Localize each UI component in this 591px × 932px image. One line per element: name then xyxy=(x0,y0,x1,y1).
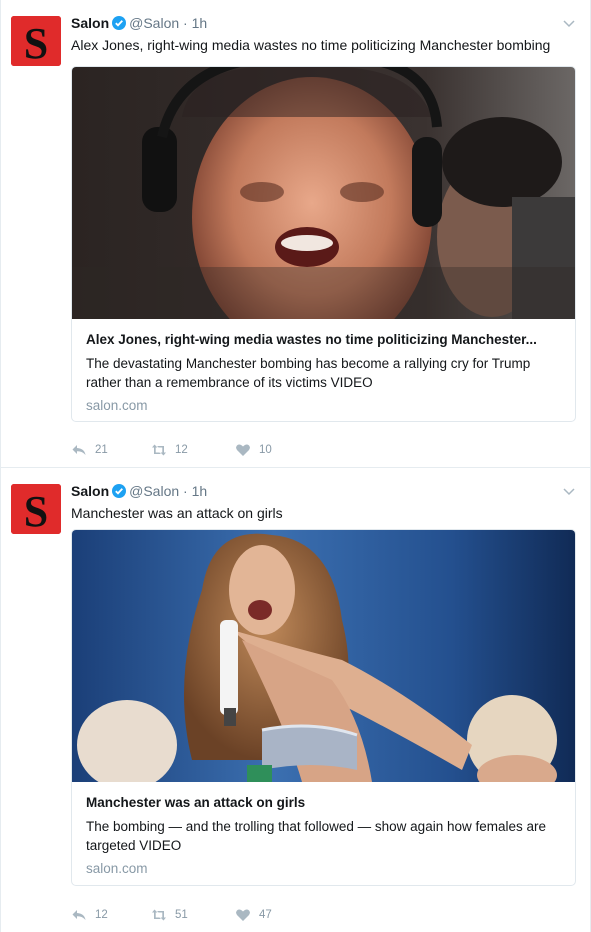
tweet-header: Salon @Salon · 1h xyxy=(71,14,207,32)
card-image xyxy=(72,530,575,782)
like-count: 47 xyxy=(259,909,272,921)
author-handle[interactable]: @Salon xyxy=(129,483,179,499)
timeline: S Salon @Salon · 1h Alex Jones, right-win… xyxy=(0,0,591,932)
reply-count: 12 xyxy=(95,909,108,921)
retweet-button[interactable]: 51 xyxy=(151,906,188,924)
verified-badge-icon xyxy=(112,484,127,498)
author-handle[interactable]: @Salon xyxy=(129,15,179,31)
verified-badge-icon xyxy=(112,16,127,30)
separator: · xyxy=(183,15,188,31)
tweet[interactable]: S Salon @Salon · 1h Manchester was an att… xyxy=(1,468,590,932)
card-body: Alex Jones, right-wing media wastes no t… xyxy=(72,319,575,415)
card-body: Manchester was an attack on girls The bo… xyxy=(72,782,575,878)
author-name[interactable]: Salon xyxy=(71,15,109,31)
chevron-down-icon[interactable] xyxy=(562,484,576,498)
reply-button[interactable]: 12 xyxy=(71,906,108,924)
link-card[interactable]: Manchester was an attack on girls The bo… xyxy=(71,529,576,886)
retweet-button[interactable]: 12 xyxy=(151,441,188,459)
retweet-icon xyxy=(152,909,166,921)
card-description: The bombing — and the trolling that foll… xyxy=(86,819,547,853)
retweet-icon xyxy=(152,444,166,456)
salon-logo-icon[interactable]: S xyxy=(11,16,61,66)
timestamp[interactable]: 1h xyxy=(192,15,208,31)
card-title: Manchester was an attack on girls xyxy=(86,795,306,810)
chevron-down-icon[interactable] xyxy=(562,16,576,30)
tweet-text: Alex Jones, right-wing media wastes no t… xyxy=(71,37,551,53)
heart-icon xyxy=(236,909,250,921)
card-domain: salon.com xyxy=(86,861,148,876)
card-image xyxy=(72,67,575,319)
reply-icon xyxy=(72,910,86,920)
link-card[interactable]: Alex Jones, right-wing media wastes no t… xyxy=(71,66,576,422)
salon-logo-icon[interactable]: S xyxy=(11,484,61,534)
like-button[interactable]: 47 xyxy=(235,906,272,924)
separator: · xyxy=(183,483,188,499)
reply-button[interactable]: 21 xyxy=(71,441,108,459)
card-description: The devastating Manchester bombing has b… xyxy=(86,356,531,390)
svg-text:S: S xyxy=(24,487,48,534)
retweet-count: 12 xyxy=(175,444,188,456)
tweet-header: Salon @Salon · 1h xyxy=(71,482,207,500)
like-count: 10 xyxy=(259,444,272,456)
like-button[interactable]: 10 xyxy=(235,441,272,459)
card-title: Alex Jones, right-wing media wastes no t… xyxy=(86,332,537,347)
heart-icon xyxy=(236,444,250,456)
reply-icon xyxy=(72,445,86,455)
author-name[interactable]: Salon xyxy=(71,483,109,499)
svg-text:S: S xyxy=(24,19,48,66)
tweet[interactable]: S Salon @Salon · 1h Alex Jones, right-win… xyxy=(1,0,590,468)
timestamp[interactable]: 1h xyxy=(192,483,208,499)
card-domain: salon.com xyxy=(86,398,148,413)
tweet-text: Manchester was an attack on girls xyxy=(71,505,283,521)
retweet-count: 51 xyxy=(175,909,188,921)
reply-count: 21 xyxy=(95,444,108,456)
